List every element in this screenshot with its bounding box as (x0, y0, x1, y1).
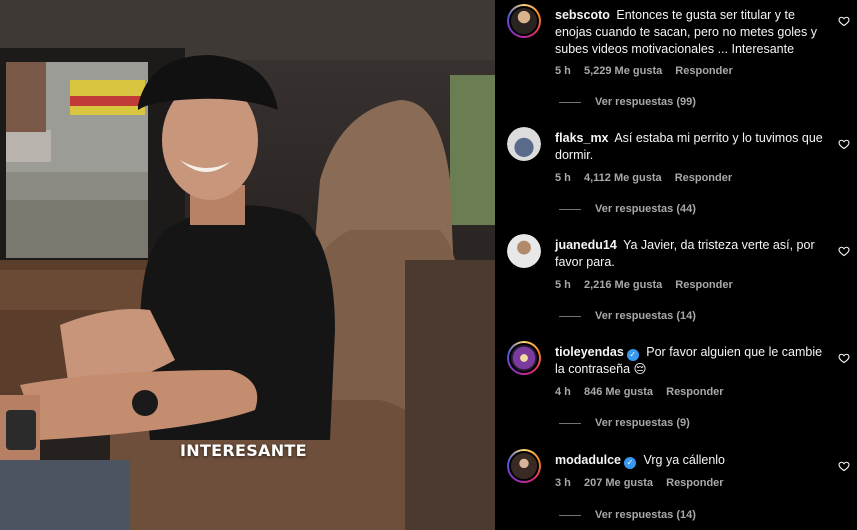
heart-icon[interactable] (838, 15, 850, 27)
comment-likes[interactable]: 846 Me gusta (584, 386, 653, 398)
replies-divider (559, 208, 581, 210)
comment-likes[interactable]: 2,216 Me gusta (584, 279, 662, 291)
avatar-flaks-mx[interactable] (507, 127, 541, 161)
replies-divider (559, 101, 581, 103)
avatar-juanedu14[interactable] (507, 234, 541, 268)
avatar-sebscoto[interactable] (507, 4, 541, 38)
reply-button[interactable]: Responder (675, 279, 732, 291)
comment-meta: 5 h 5,229 Me gusta Responder (555, 65, 743, 77)
video-caption: INTERESANTE (180, 441, 307, 460)
comment-likes[interactable]: 4,112 Me gusta (584, 172, 662, 184)
view-replies-button[interactable]: Ver respuestas (14) (559, 310, 696, 322)
comments-panel: sebscoto Entonces te gusta ser titular y… (495, 0, 857, 530)
comment-text-block: juanedu14 Ya Javier, da tristeza verte a… (555, 237, 823, 271)
comment-username[interactable]: tioleyendas (555, 345, 624, 359)
heart-icon[interactable] (838, 138, 850, 150)
comment-username[interactable]: flaks_mx (555, 131, 609, 145)
comment-time: 5 h (555, 65, 571, 77)
comment-text-block: tioleyendas ✓ Por favor alguien que le ca… (555, 344, 823, 378)
comment-meta: 5 h 4,112 Me gusta Responder (555, 172, 742, 184)
view-replies-button[interactable]: Ver respuestas (44) (559, 203, 696, 215)
comment-text-block: modadulce ✓ Vrg ya cállenlo (555, 452, 823, 469)
comment-text-block: sebscoto Entonces te gusta ser titular y… (555, 7, 823, 58)
heart-icon[interactable] (838, 245, 850, 257)
replies-divider (559, 514, 581, 516)
view-replies-button[interactable]: Ver respuestas (99) (559, 96, 696, 108)
comment-time: 4 h (555, 386, 571, 398)
heart-icon[interactable] (838, 460, 850, 472)
comment-time: 5 h (555, 279, 571, 291)
verified-badge-icon: ✓ (626, 349, 639, 361)
view-replies-button[interactable]: Ver respuestas (14) (559, 509, 696, 521)
comment-text: Vrg ya cállenlo (643, 453, 726, 467)
replies-divider (559, 422, 581, 424)
comment-meta: 4 h 846 Me gusta Responder (555, 386, 734, 398)
reply-button[interactable]: Responder (666, 386, 723, 398)
view-replies-label: Ver respuestas (14) (595, 509, 696, 521)
reply-button[interactable]: Responder (675, 172, 732, 184)
comment-likes[interactable]: 5,229 Me gusta (584, 65, 662, 77)
view-replies-label: Ver respuestas (44) (595, 203, 696, 215)
comment-meta: 3 h 207 Me gusta Responder (555, 477, 734, 489)
view-replies-label: Ver respuestas (99) (595, 96, 696, 108)
avatar-modadulce[interactable] (507, 449, 541, 483)
comment-username[interactable]: modadulce (555, 453, 621, 467)
comment-likes[interactable]: 207 Me gusta (584, 477, 653, 489)
view-replies-label: Ver respuestas (9) (595, 417, 690, 429)
view-replies-label: Ver respuestas (14) (595, 310, 696, 322)
comment-time: 3 h (555, 477, 571, 489)
reply-button[interactable]: Responder (675, 65, 732, 77)
reply-button[interactable]: Responder (666, 477, 723, 489)
comment-text-block: flaks_mx Así estaba mi perrito y lo tuvi… (555, 130, 823, 164)
heart-icon[interactable] (838, 352, 850, 364)
post-media[interactable]: INTERESANTE (0, 0, 495, 530)
replies-divider (559, 315, 581, 317)
comment-meta: 5 h 2,216 Me gusta Responder (555, 279, 743, 291)
verified-badge-icon: ✓ (624, 457, 636, 469)
comment-time: 5 h (555, 172, 571, 184)
avatar-tioleyendas[interactable] (507, 341, 541, 375)
comment-username[interactable]: sebscoto (555, 8, 610, 22)
view-replies-button[interactable]: Ver respuestas (9) (559, 417, 690, 429)
comment-username[interactable]: juanedu14 (555, 238, 617, 252)
